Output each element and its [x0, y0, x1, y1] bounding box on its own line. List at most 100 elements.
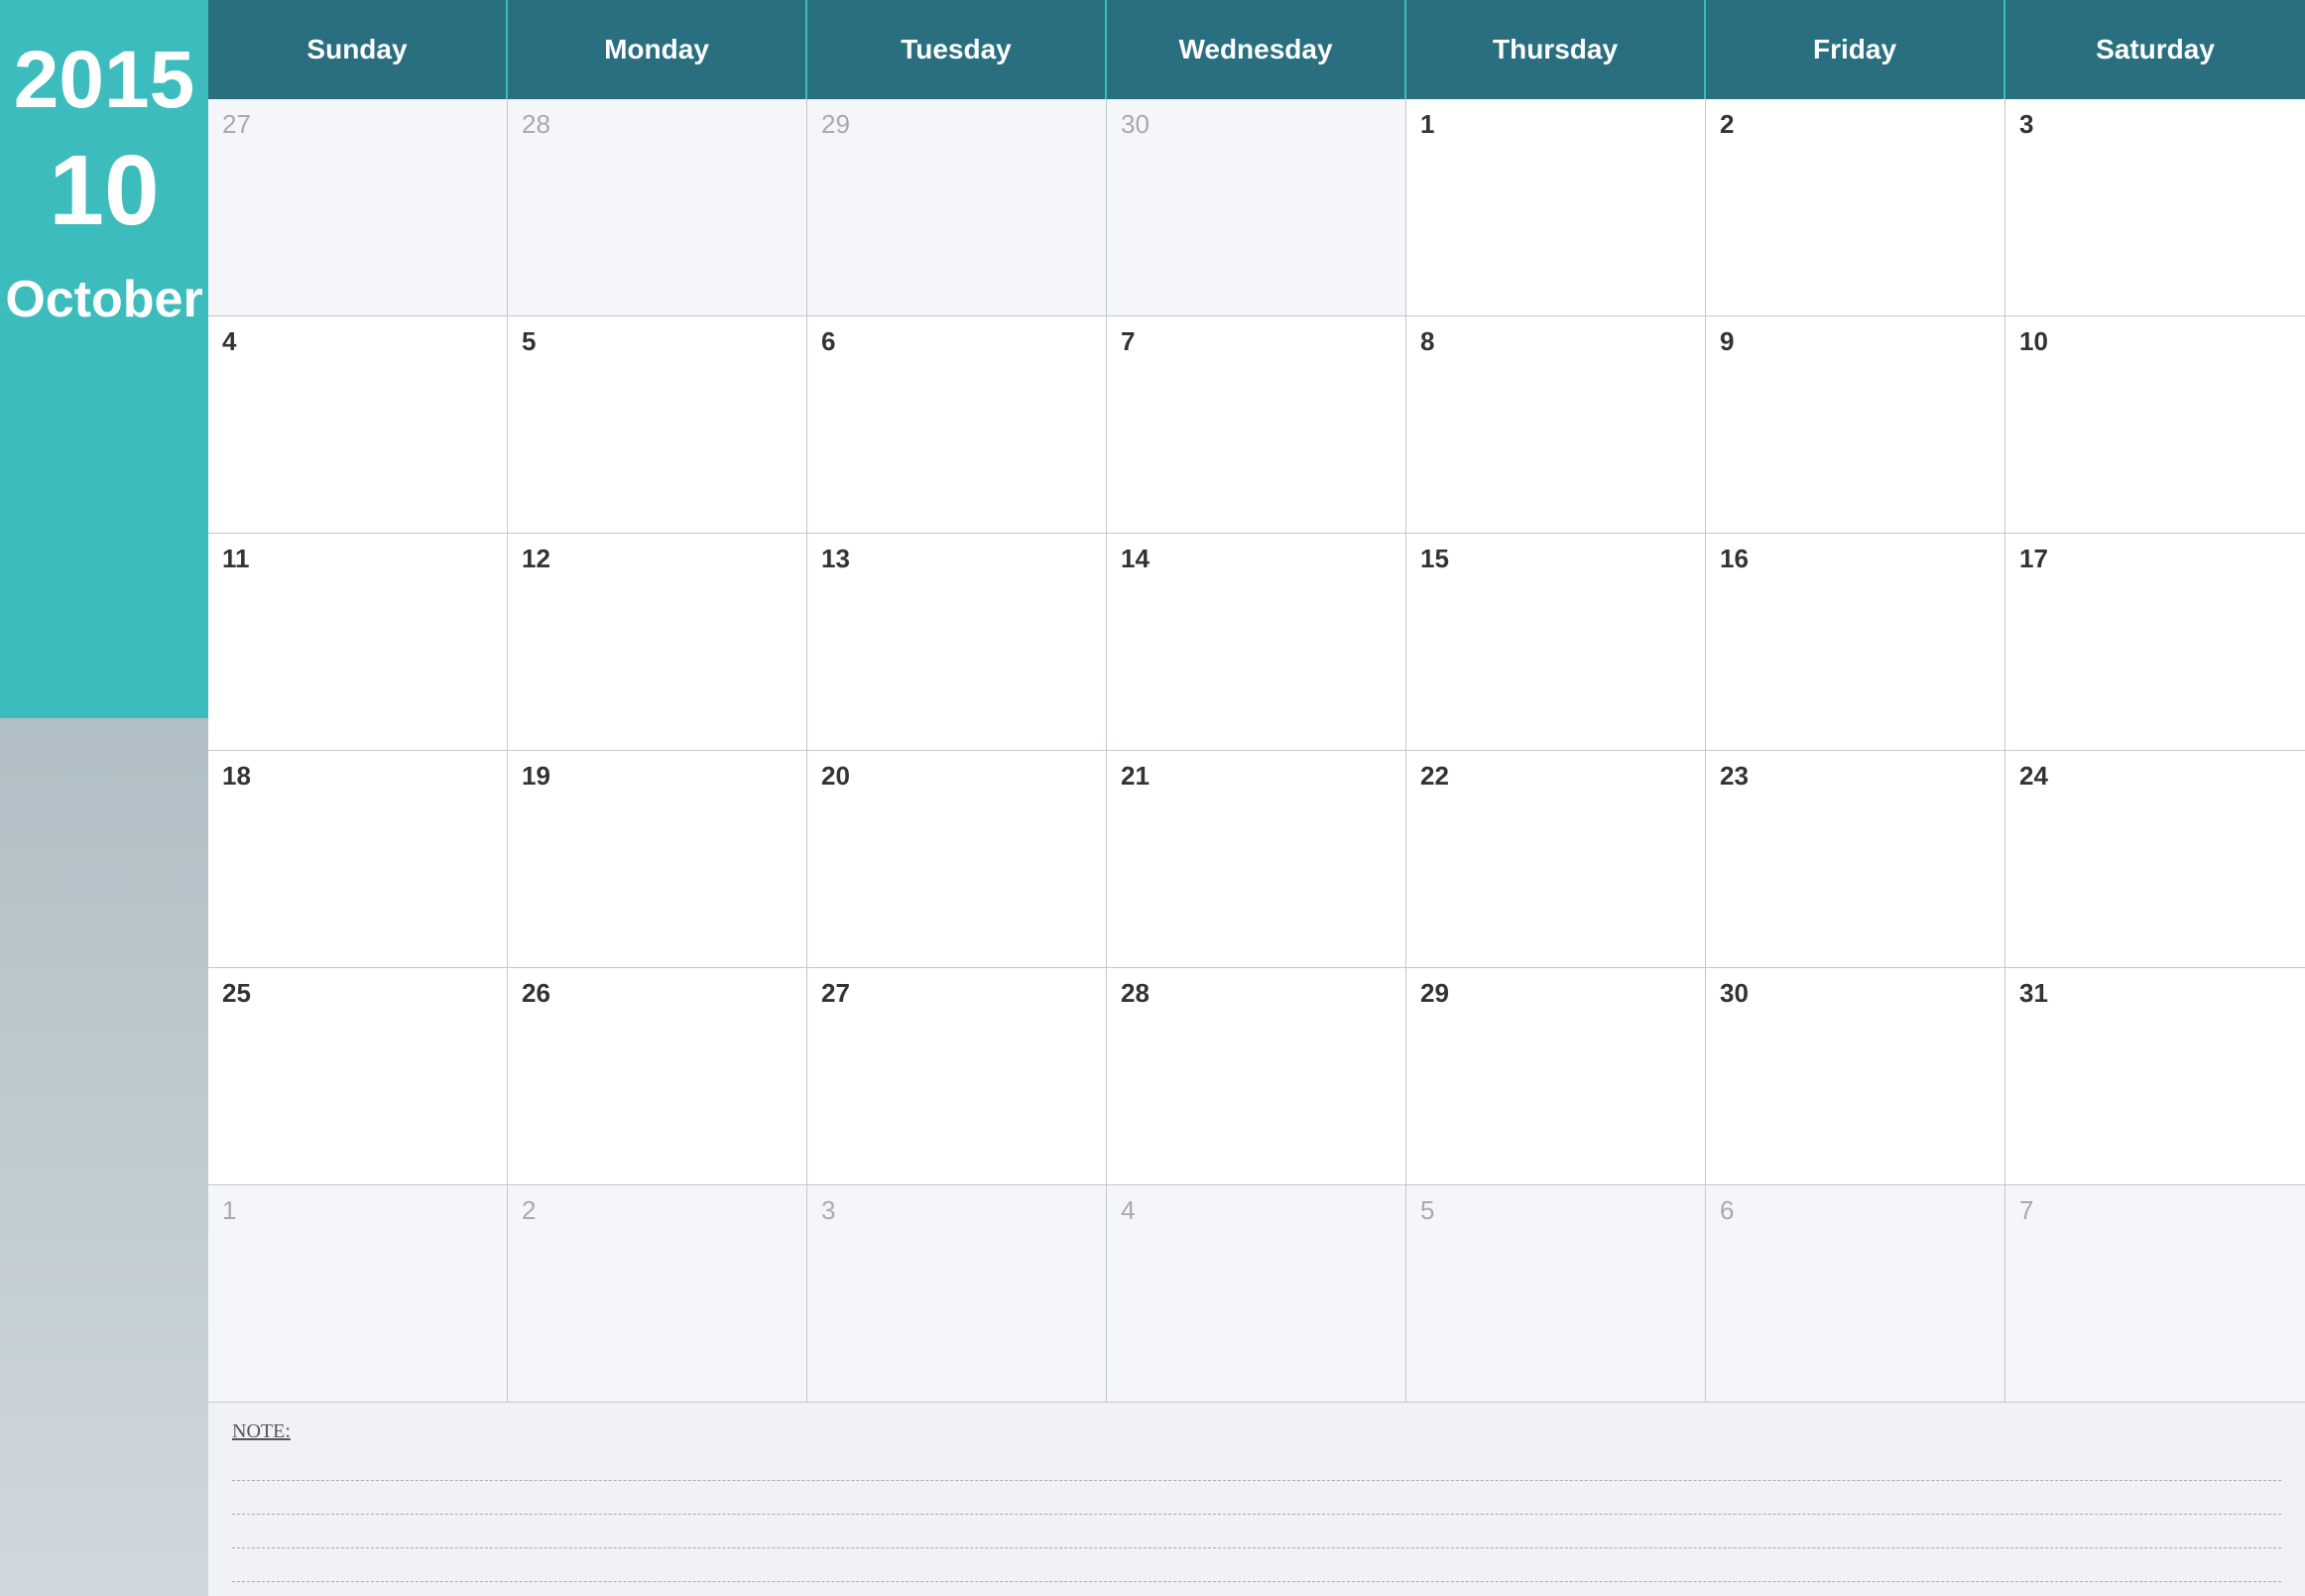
- notes-label: NOTE:: [232, 1420, 2281, 1443]
- day-cell: 23: [1706, 751, 2005, 967]
- day-cell: 5: [1406, 1185, 1706, 1402]
- day-cell: 17: [2005, 534, 2305, 750]
- day-cell: 6: [1706, 1185, 2005, 1402]
- day-number: 28: [1121, 978, 1150, 1008]
- note-line[interactable]: [232, 1552, 2281, 1582]
- day-cell: 26: [508, 968, 807, 1184]
- day-number: 27: [821, 978, 850, 1008]
- day-number: 13: [821, 544, 850, 573]
- month-number-label: 10: [49, 141, 159, 240]
- day-number: 7: [1121, 326, 1135, 356]
- day-number: 9: [1720, 326, 1734, 356]
- day-number: 23: [1720, 761, 1749, 791]
- day-number: 31: [2019, 978, 2048, 1008]
- day-cell: 1: [1406, 99, 1706, 315]
- day-cell: 22: [1406, 751, 1706, 967]
- day-cell: 28: [508, 99, 807, 315]
- day-number: 28: [522, 109, 550, 139]
- day-cell: 13: [807, 534, 1107, 750]
- day-number: 3: [821, 1195, 835, 1225]
- day-number: 16: [1720, 544, 1749, 573]
- day-cell: 1: [208, 1185, 508, 1402]
- month-name-label: October: [5, 270, 202, 329]
- note-line[interactable]: [232, 1485, 2281, 1515]
- day-cell: 14: [1107, 534, 1406, 750]
- day-cell: 27: [807, 968, 1107, 1184]
- day-number: 1: [222, 1195, 236, 1225]
- header-saturday: Saturday: [2005, 0, 2305, 99]
- week-row: 11 12 13 14 15 16 17: [208, 534, 2305, 751]
- note-line[interactable]: [232, 1519, 2281, 1548]
- day-number: 22: [1420, 761, 1449, 791]
- day-number: 2: [522, 1195, 536, 1225]
- weeks-container: 27 28 29 30 1 2 3 4 5 6 7 8 9 10 11 12: [208, 99, 2305, 1402]
- week-row: 27 28 29 30 1 2 3: [208, 99, 2305, 316]
- year-label: 2015: [14, 40, 194, 121]
- day-cell: 27: [208, 99, 508, 315]
- day-number: 27: [222, 109, 251, 139]
- day-cell: 3: [2005, 99, 2305, 315]
- day-number: 6: [821, 326, 835, 356]
- week-row: 18 19 20 21 22 23 24: [208, 751, 2305, 968]
- header-friday: Friday: [1706, 0, 2005, 99]
- day-cell: 18: [208, 751, 508, 967]
- day-cell: 2: [1706, 99, 2005, 315]
- day-number: 30: [1121, 109, 1150, 139]
- day-number: 20: [821, 761, 850, 791]
- day-number: 29: [1420, 978, 1449, 1008]
- day-number: 26: [522, 978, 550, 1008]
- day-cell: 24: [2005, 751, 2305, 967]
- week-row: 25 26 27 28 29 30 31: [208, 968, 2305, 1185]
- day-number: 3: [2019, 109, 2033, 139]
- day-cell: 7: [1107, 316, 1406, 533]
- sidebar: 2015 10 October: [0, 0, 208, 1596]
- day-number: 14: [1121, 544, 1150, 573]
- day-number: 15: [1420, 544, 1449, 573]
- day-number: 1: [1420, 109, 1434, 139]
- day-cell: 30: [1107, 99, 1406, 315]
- header-thursday: Thursday: [1406, 0, 1706, 99]
- note-line[interactable]: [232, 1451, 2281, 1481]
- day-cell: 30: [1706, 968, 2005, 1184]
- day-number: 10: [2019, 326, 2048, 356]
- day-number: 4: [1121, 1195, 1135, 1225]
- day-cell: 4: [1107, 1185, 1406, 1402]
- notes-section: NOTE:: [208, 1402, 2305, 1596]
- day-cell: 12: [508, 534, 807, 750]
- day-cell: 31: [2005, 968, 2305, 1184]
- day-cell: 8: [1406, 316, 1706, 533]
- calendar-grid: Sunday Monday Tuesday Wednesday Thursday…: [208, 0, 2305, 1402]
- day-number: 21: [1121, 761, 1150, 791]
- day-number: 5: [1420, 1195, 1434, 1225]
- day-cell: 29: [1406, 968, 1706, 1184]
- day-cell: 7: [2005, 1185, 2305, 1402]
- day-number: 8: [1420, 326, 1434, 356]
- day-number: 25: [222, 978, 251, 1008]
- day-cell: 3: [807, 1185, 1107, 1402]
- day-number: 18: [222, 761, 251, 791]
- day-number: 29: [821, 109, 850, 139]
- day-number: 19: [522, 761, 550, 791]
- header-monday: Monday: [508, 0, 807, 99]
- day-number: 5: [522, 326, 536, 356]
- week-row: 1 2 3 4 5 6 7: [208, 1185, 2305, 1402]
- day-cell: 2: [508, 1185, 807, 1402]
- header-wednesday: Wednesday: [1107, 0, 1406, 99]
- day-number: 7: [2019, 1195, 2033, 1225]
- day-cell: 15: [1406, 534, 1706, 750]
- day-number: 2: [1720, 109, 1734, 139]
- day-cell: 29: [807, 99, 1107, 315]
- day-cell: 20: [807, 751, 1107, 967]
- calendar-section: Sunday Monday Tuesday Wednesday Thursday…: [208, 0, 2305, 1596]
- day-number: 24: [2019, 761, 2048, 791]
- day-cell: 9: [1706, 316, 2005, 533]
- day-cell: 4: [208, 316, 508, 533]
- day-cell: 21: [1107, 751, 1406, 967]
- day-number: 30: [1720, 978, 1749, 1008]
- day-cell: 10: [2005, 316, 2305, 533]
- day-number: 17: [2019, 544, 2048, 573]
- day-cell: 19: [508, 751, 807, 967]
- day-cell: 28: [1107, 968, 1406, 1184]
- day-cell: 16: [1706, 534, 2005, 750]
- day-number: 12: [522, 544, 550, 573]
